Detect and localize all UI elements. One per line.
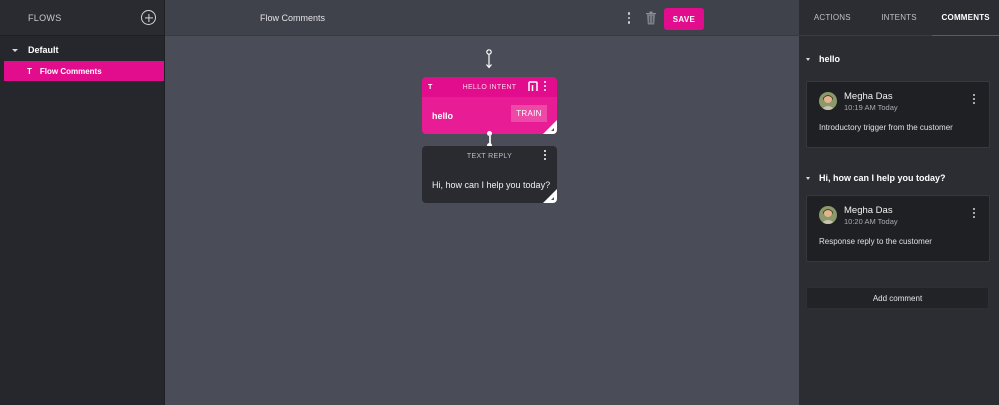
comment-section-hello[interactable]: hello xyxy=(799,50,999,68)
drag-handle-icon[interactable] xyxy=(484,49,494,69)
comment-author: Megha Das xyxy=(844,205,893,216)
reply-text: Hi, how can I help you today? xyxy=(432,179,551,190)
add-flow-icon[interactable] xyxy=(141,10,156,25)
sidebar-header: FLOWS xyxy=(0,0,164,36)
text-icon: T xyxy=(27,66,32,76)
intent-node-body: hello TRAIN xyxy=(422,97,557,134)
avatar xyxy=(819,92,837,110)
canvas-toolbar: Flow Comments SAVE xyxy=(165,0,799,36)
intent-node-icon[interactable] xyxy=(528,81,538,92)
comment-time: 10:19 AM Today xyxy=(844,103,898,112)
resize-corner-icon[interactable] xyxy=(543,120,557,134)
comment-section-reply[interactable]: Hi, how can I help you today? xyxy=(799,169,999,187)
intent-node[interactable]: T HELLO INTENT hello TRAIN xyxy=(422,77,557,134)
comment-card: Megha Das 10:19 AM Today Introductory tr… xyxy=(806,81,990,148)
panel-tabs: ACTIONS INTENTS COMMENTS xyxy=(799,0,999,36)
comment-author: Megha Das xyxy=(844,91,893,102)
comment-card: Megha Das 10:20 AM Today Response reply … xyxy=(806,195,990,262)
flow-group-label: Default xyxy=(28,45,59,55)
flow-group-default[interactable]: Default xyxy=(0,40,164,60)
add-comment-button[interactable]: Add comment xyxy=(806,287,989,309)
flow-canvas[interactable]: Flow Comments SAVE T HELLO INTENT hello xyxy=(165,0,799,405)
intent-label: hello xyxy=(432,110,454,121)
flows-sidebar: FLOWS Default T Flow Comments xyxy=(0,0,165,405)
comment-menu-icon[interactable] xyxy=(969,208,979,218)
save-button[interactable]: SAVE xyxy=(664,8,704,30)
tab-intents[interactable]: INTENTS xyxy=(866,0,933,35)
tab-comments[interactable]: COMMENTS xyxy=(932,0,999,36)
reply-node-body: Hi, how can I help you today? xyxy=(422,166,557,203)
comment-menu-icon[interactable] xyxy=(969,94,979,104)
node-menu-icon[interactable] xyxy=(540,150,550,160)
sidebar-item-label: Flow Comments xyxy=(39,66,102,76)
avatar xyxy=(819,206,837,224)
tab-actions[interactable]: ACTIONS xyxy=(799,0,866,35)
comment-text: Response reply to the customer xyxy=(819,237,932,246)
caret-down-icon xyxy=(806,176,810,180)
comment-time: 10:20 AM Today xyxy=(844,217,898,226)
flow-title: Flow Comments xyxy=(260,12,326,23)
section-title: hello xyxy=(819,54,841,64)
caret-down-icon xyxy=(12,48,18,52)
more-options-icon[interactable] xyxy=(624,12,634,24)
sidebar-item-flow-comments[interactable]: T Flow Comments xyxy=(4,61,164,81)
train-button[interactable]: TRAIN xyxy=(511,105,547,122)
intent-node-title: HELLO INTENT xyxy=(462,83,517,91)
caret-down-icon xyxy=(806,57,810,61)
text-icon: T xyxy=(428,83,433,91)
text-reply-node[interactable]: TEXT REPLY Hi, how can I help you today? xyxy=(422,146,557,203)
reply-node-header: TEXT REPLY xyxy=(422,146,557,166)
comment-text: Introductory trigger from the customer xyxy=(819,123,953,132)
resize-corner-icon[interactable] xyxy=(543,189,557,203)
reply-node-title: TEXT REPLY xyxy=(466,152,513,160)
node-menu-icon[interactable] xyxy=(540,81,550,91)
section-title: Hi, how can I help you today? xyxy=(819,173,946,183)
sidebar-title: FLOWS xyxy=(28,12,62,23)
intent-node-header: T HELLO INTENT xyxy=(422,77,557,97)
trash-icon[interactable] xyxy=(645,11,657,25)
comments-panel: ACTIONS INTENTS COMMENTS hello Megha Das… xyxy=(799,0,999,405)
